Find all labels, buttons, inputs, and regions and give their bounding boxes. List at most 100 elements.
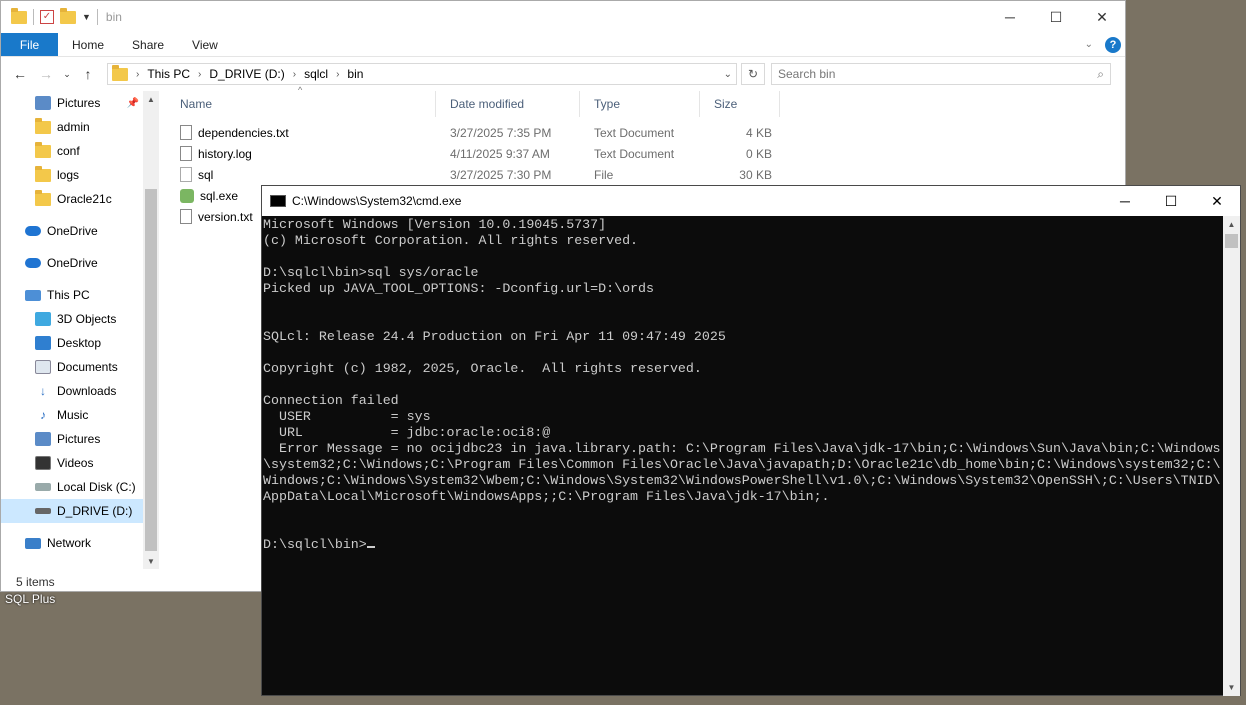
close-button[interactable]: ✕	[1194, 186, 1240, 216]
column-date-modified[interactable]: Date modified	[436, 91, 580, 117]
address-bar[interactable]: › This PC › D_DRIVE (D:) › sqlcl › bin ⌄	[107, 63, 737, 85]
close-button[interactable]: ✕	[1079, 1, 1125, 33]
breadcrumb-this-pc[interactable]: This PC	[147, 67, 190, 81]
console-output[interactable]: Microsoft Windows [Version 10.0.19045.57…	[262, 216, 1224, 696]
maximize-button[interactable]: ☐	[1033, 1, 1079, 33]
up-button[interactable]: ↑	[77, 66, 99, 82]
file-date: 3/27/2025 7:30 PM	[450, 167, 552, 182]
help-icon[interactable]: ?	[1105, 36, 1121, 53]
sort-ascending-icon: ^	[298, 85, 303, 95]
folder-icon	[35, 117, 51, 134]
breadcrumb-bin[interactable]: bin	[347, 67, 363, 81]
customize-toolbar-icon[interactable]: ▼	[82, 12, 91, 22]
file-row[interactable]: dependencies.txt 3/27/2025 7:35 PM Text …	[166, 122, 1125, 143]
nav-label: D_DRIVE (D:)	[57, 504, 133, 518]
nav-item-oracle21c[interactable]: Oracle21c	[1, 187, 159, 211]
explorer-titlebar: ✓ ▼ bin ─ ☐ ✕	[1, 1, 1125, 33]
chevron-right-icon[interactable]: ›	[136, 69, 139, 80]
terminal-icon	[270, 195, 286, 207]
minimize-button[interactable]: ─	[1102, 186, 1148, 216]
nav-item-this-pc[interactable]: This PC	[1, 283, 159, 307]
desktop-shortcut-label[interactable]: SQL Plus	[5, 592, 55, 606]
navigation-bar: ← → ⌄ ↑ › This PC › D_DRIVE (D:) › sqlcl…	[1, 57, 1125, 91]
file-name: sql.exe	[200, 188, 239, 203]
breadcrumb-sqlcl[interactable]: sqlcl	[304, 67, 328, 81]
pictures-icon	[35, 96, 51, 110]
cube-icon	[35, 312, 51, 326]
nav-item-onedrive-1[interactable]: OneDrive	[1, 219, 159, 243]
column-size[interactable]: Size	[700, 91, 780, 117]
nav-item-documents[interactable]: Documents	[1, 355, 159, 379]
nav-item-3d-objects[interactable]: 3D Objects	[1, 307, 159, 331]
nav-label: This PC	[47, 288, 90, 302]
nav-item-d-drive[interactable]: D_DRIVE (D:)	[1, 499, 159, 523]
nav-label: Local Disk (C:)	[57, 480, 136, 494]
search-icon: ⌕	[1097, 66, 1104, 81]
divider	[96, 9, 98, 25]
file-row[interactable]: history.log 4/11/2025 9:37 AM Text Docum…	[166, 143, 1125, 164]
nav-label: admin	[57, 120, 90, 134]
chevron-right-icon[interactable]: ›	[336, 69, 339, 80]
scroll-down-icon[interactable]: ▼	[1223, 683, 1240, 692]
back-button[interactable]: ←	[9, 66, 31, 82]
column-headers: ^ Name Date modified Type Size	[166, 85, 1125, 117]
expand-ribbon-icon[interactable]: ⌄	[1085, 39, 1093, 50]
nav-label: Oracle21c	[57, 192, 112, 206]
text-cursor	[366, 546, 375, 548]
folder-icon	[112, 64, 128, 81]
file-row[interactable]: sql 3/27/2025 7:30 PM File 30 KB	[166, 164, 1125, 185]
refresh-button[interactable]: ↻	[741, 63, 765, 85]
nav-item-downloads[interactable]: ↓ Downloads	[1, 379, 159, 403]
maximize-button[interactable]: ☐	[1148, 186, 1194, 216]
tab-file[interactable]: File	[1, 33, 58, 56]
file-size: 0 KB	[745, 146, 772, 161]
nav-label: Pictures	[57, 96, 101, 110]
chevron-right-icon[interactable]: ›	[198, 69, 201, 80]
recent-locations-button[interactable]: ⌄	[61, 69, 73, 80]
nav-item-videos[interactable]: Videos	[1, 451, 159, 475]
properties-icon[interactable]: ✓	[40, 10, 54, 24]
nav-item-conf[interactable]: conf	[1, 139, 159, 163]
nav-item-pictures-quick[interactable]: Pictures 📌	[1, 91, 159, 115]
chevron-down-icon[interactable]: ⌄	[724, 69, 736, 80]
nav-item-network[interactable]: Network	[1, 531, 159, 555]
search-input[interactable]: Search bin ⌕	[771, 63, 1111, 85]
column-type[interactable]: Type	[580, 91, 700, 117]
cmd-window-title: C:\Windows\System32\cmd.exe	[292, 194, 462, 208]
nav-item-pictures[interactable]: Pictures	[1, 427, 159, 451]
nav-item-logs[interactable]: logs	[1, 163, 159, 187]
nav-item-onedrive-2[interactable]: OneDrive	[1, 251, 159, 275]
nav-label: Music	[57, 408, 89, 422]
status-bar-item-count: 5 items	[16, 575, 55, 589]
tab-home[interactable]: Home	[58, 33, 118, 56]
scroll-up-icon[interactable]: ▲	[143, 95, 159, 104]
navigation-pane: Pictures 📌 admin conf logs Oracle21c One…	[1, 91, 159, 569]
file-icon	[180, 167, 192, 182]
nav-label: Desktop	[57, 336, 102, 350]
nav-item-local-disk-c[interactable]: Local Disk (C:)	[1, 475, 159, 499]
nav-label: Network	[47, 536, 92, 550]
file-type: File	[594, 167, 614, 182]
scrollbar-thumb[interactable]	[1225, 234, 1238, 248]
scrollbar-thumb[interactable]	[145, 189, 157, 551]
new-folder-icon[interactable]	[60, 7, 76, 24]
video-icon	[35, 456, 51, 470]
chevron-right-icon[interactable]: ›	[293, 69, 296, 80]
nav-item-music[interactable]: ♪ Music	[1, 403, 159, 427]
nav-label: Downloads	[57, 384, 117, 398]
tab-view[interactable]: View	[178, 33, 232, 56]
command-prompt-window: C:\Windows\System32\cmd.exe ─ ☐ ✕ Micros…	[261, 185, 1241, 696]
tab-share[interactable]: Share	[118, 33, 178, 56]
folder-icon	[35, 189, 51, 206]
forward-button[interactable]: →	[35, 66, 57, 82]
scroll-down-icon[interactable]: ▼	[143, 557, 159, 566]
nav-item-desktop[interactable]: Desktop	[1, 331, 159, 355]
scroll-up-icon[interactable]: ▲	[1223, 220, 1240, 229]
cmd-scrollbar[interactable]: ▲ ▼	[1223, 216, 1240, 696]
nav-item-admin[interactable]: admin	[1, 115, 159, 139]
network-icon	[25, 537, 41, 549]
breadcrumb-d-drive[interactable]: D_DRIVE (D:)	[209, 67, 284, 81]
minimize-button[interactable]: ─	[987, 1, 1033, 33]
nav-scrollbar[interactable]: ▲ ▼	[143, 91, 159, 569]
nav-label: OneDrive	[47, 256, 98, 270]
